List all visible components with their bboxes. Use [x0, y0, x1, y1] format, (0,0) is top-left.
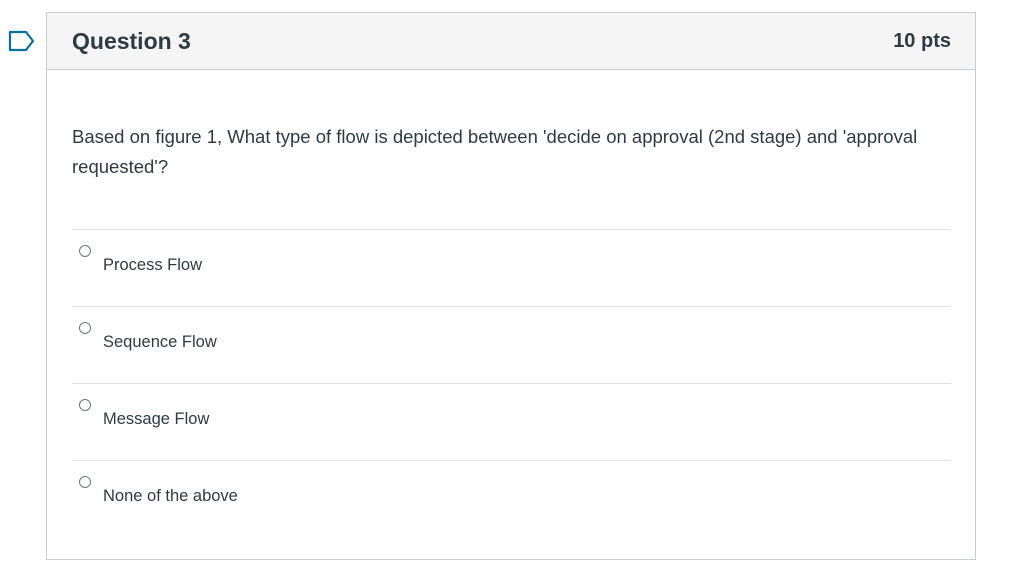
answer-label[interactable]: Process Flow: [103, 256, 202, 275]
answer-label[interactable]: Message Flow: [103, 410, 209, 429]
answer-list: Process Flow Sequence Flow Message Flow …: [72, 229, 951, 538]
radio-button[interactable]: [79, 476, 91, 488]
question-body: Based on figure 1, What type of flow is …: [47, 70, 975, 538]
answer-option-process-flow[interactable]: Process Flow: [72, 230, 951, 307]
question-text: Based on figure 1, What type of flow is …: [72, 126, 918, 177]
radio-button[interactable]: [79, 322, 91, 334]
answer-label[interactable]: None of the above: [103, 487, 238, 506]
answer-label[interactable]: Sequence Flow: [103, 333, 217, 352]
answer-option-message-flow[interactable]: Message Flow: [72, 384, 951, 461]
radio-button[interactable]: [79, 245, 91, 257]
answer-option-none-of-the-above[interactable]: None of the above: [72, 461, 951, 538]
answer-option-sequence-flow[interactable]: Sequence Flow: [72, 307, 951, 384]
question-points: 10 pts: [893, 29, 951, 52]
question-card: Question 3 10 pts Based on figure 1, Wha…: [46, 12, 976, 560]
question-header: Question 3 10 pts: [47, 13, 975, 70]
question-title: Question 3: [72, 27, 191, 54]
flag-question-icon[interactable]: [8, 30, 36, 52]
radio-button[interactable]: [79, 399, 91, 411]
